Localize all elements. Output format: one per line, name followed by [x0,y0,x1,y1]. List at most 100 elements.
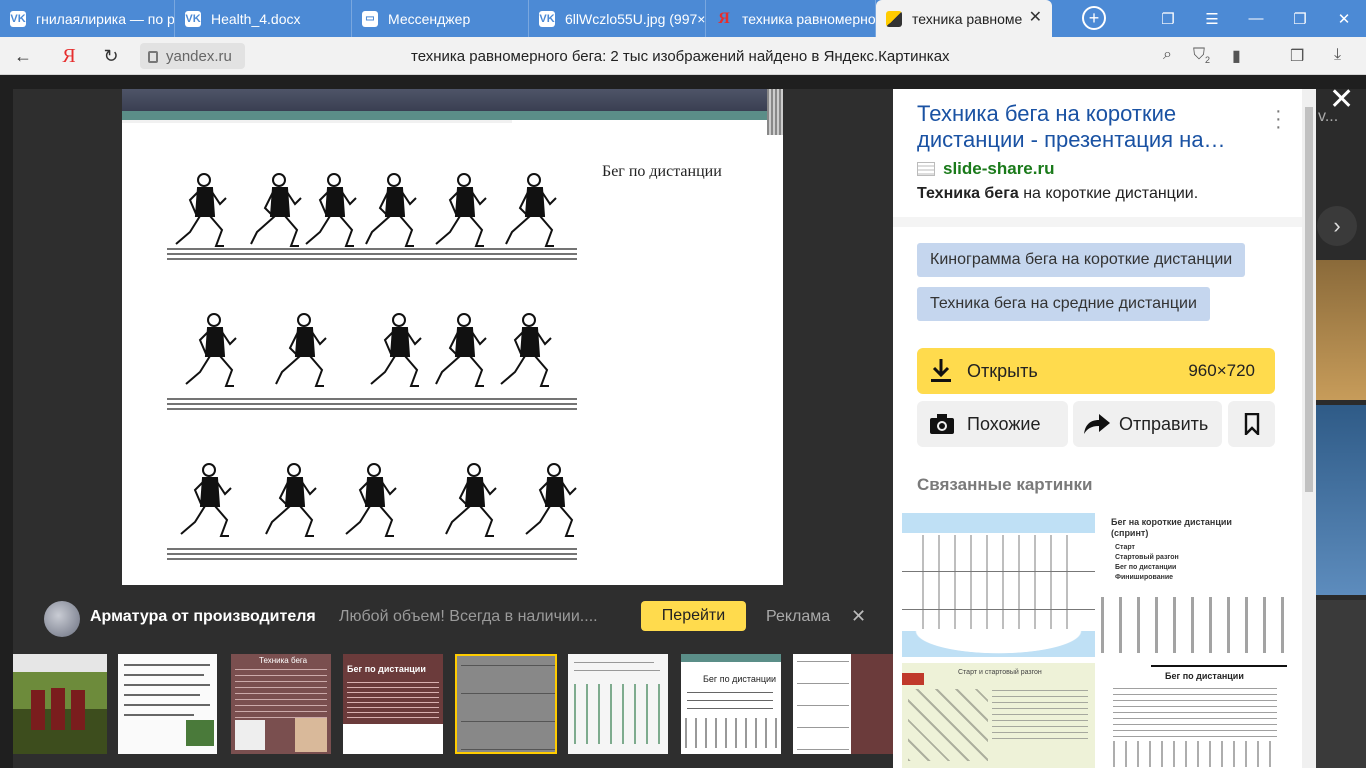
open-label: Открыть [967,360,1038,381]
tab-label: Мессенджер [388,10,471,27]
tab-4[interactable]: VK 6llWczlo55U.jpg (997× [529,0,706,37]
runner-figure [185,313,237,387]
share-label: Отправить [1119,413,1209,434]
related-image[interactable]: Старт и стартовый разгон [902,663,1095,768]
ad-close-icon[interactable]: ✕ [851,606,866,627]
related-image[interactable] [902,513,1095,657]
camera-icon [930,414,954,434]
ad-bar: Арматура от производителя Любой объем! В… [13,598,893,637]
tab-3[interactable]: ▭ Мессенджер [352,0,529,37]
list-item: Стартовый разгон [1115,554,1179,561]
image-info-panel: Техника бега на короткие дистанции - пре… [893,89,1316,768]
lock-icon [148,51,158,63]
related-image-title: Бег по дистанции [1165,671,1244,681]
related-images-title: Связанные картинки [917,475,1093,494]
site-link[interactable]: slide-share.ru [917,159,1055,179]
main-image[interactable]: Бег по дистанции [122,89,783,585]
slide-header-stripe [122,111,783,120]
download-icon[interactable]: ⤓ [1334,46,1341,64]
tab-5[interactable]: Я техника равномерно [706,0,876,37]
result-description: Техника бега на короткие дистанции. [917,185,1198,203]
restore-icon[interactable]: ❐ [1278,0,1322,37]
image-size: 960×720 [1188,361,1255,380]
open-image-button[interactable]: Открыть 960×720 [917,348,1275,394]
more-options-icon[interactable]: · · · [1275,101,1282,137]
tab-1[interactable]: VK гнилаялирика — по р [0,0,175,37]
thumbnail[interactable] [568,654,668,754]
ad-go-button[interactable]: Перейти [641,601,746,631]
close-tab-icon[interactable]: ✕ [1029,10,1042,26]
ad-avatar [44,601,80,637]
thumbnail-label: Бег по дистанции [347,664,426,674]
runner-figure [250,173,302,247]
close-window-icon[interactable]: ✕ [1322,0,1366,37]
list-item: Финиширование [1115,574,1174,581]
runner-figure [365,173,417,247]
thumbnail-label: Бег по дистанции [703,674,777,684]
runner-figure [445,463,497,537]
domain-pill[interactable]: yandex.ru [140,43,245,69]
tab-label: Health_4.docx [211,10,301,27]
yandex-icon: Я [718,9,730,27]
tab-label: 6llWczlo55U.jpg (997× [565,10,705,27]
related-image[interactable]: Бег на короткие дистанции (спринт) Старт… [1101,513,1287,657]
thumbnail[interactable] [793,654,893,754]
protect-icon[interactable]: ⛉2 [1193,46,1210,65]
runner-figure [435,173,487,247]
ad-label: Реклама [766,608,831,625]
search-icon[interactable]: ⌕ [1163,46,1172,64]
image-caption: Бег по дистанции [602,163,722,180]
thumbnail-selected[interactable] [455,654,557,754]
collections-icon[interactable]: ❒ [1290,46,1304,66]
thumbnail-strip: Техника бега Бег по дистанции Бег по дис… [13,654,893,754]
vk-icon: VK [185,10,201,27]
thumbnail[interactable]: Техника бега [231,654,331,754]
page-title[interactable]: техника равномерного бега: 2 тыс изображ… [411,48,950,65]
panel-scrollbar[interactable] [1302,89,1316,768]
share-arrow-icon [1084,414,1110,434]
similar-button[interactable]: Похожие [917,401,1068,447]
background-tile [1316,405,1366,595]
scrollbar-thumb[interactable] [1305,107,1313,492]
list-item: Старт [1115,544,1135,551]
related-image-title: Бег на короткие дистанции (спринт) [1111,517,1232,538]
ad-title[interactable]: Арматура от производителя [90,608,316,626]
chip-query-1[interactable]: Кинограмма бега на короткие дистанции [917,243,1246,277]
new-tab-button[interactable]: + [1082,6,1106,30]
runner-figure [180,463,232,537]
thumbnail[interactable] [13,654,107,754]
similar-label: Похожие [967,413,1041,434]
background-tile [1316,600,1366,768]
runner-figure [275,313,327,387]
result-title-link[interactable]: Техника бега на короткие дистанции - пре… [917,101,1247,153]
close-viewer-icon[interactable]: ✕ [1329,85,1354,115]
runner-figure [305,173,357,247]
slide-header-band [122,89,783,111]
bookmark-icon[interactable]: ▮ [1232,46,1241,66]
thumbnail[interactable]: Бег по дистанции [681,654,781,754]
tab-6-active[interactable]: техника равноме ✕ [876,0,1052,37]
ad-text[interactable]: Любой объем! Всегда в наличии.... [339,608,598,626]
tabs-icon[interactable]: ❐ [1146,0,1190,37]
related-image[interactable]: Бег по дистанции [1101,663,1287,768]
next-image-icon[interactable]: › [1317,206,1357,246]
share-button[interactable]: Отправить [1073,401,1222,447]
tab-bar: VK гнилаялирика — по р VK Health_4.docx … [0,0,1366,37]
chip-query-2[interactable]: Техника бега на средние дистанции [917,287,1210,321]
thumbnail[interactable] [118,654,217,754]
site-name: slide-share.ru [943,159,1055,178]
reload-icon[interactable]: ↻ [100,45,122,67]
runner-figure [265,463,317,537]
yandex-logo-icon[interactable]: Я [58,45,80,67]
runner-figure [505,173,557,247]
minimize-icon[interactable]: — [1234,0,1278,37]
vk-icon: VK [539,10,555,27]
thumbnail[interactable]: Бег по дистанции [343,654,443,754]
menu-icon[interactable]: ☰ [1190,0,1234,37]
tab-2[interactable]: VK Health_4.docx [175,0,352,37]
thumbnail-label: Техника бега [259,656,308,665]
back-icon[interactable]: ← [12,45,34,67]
runner-figure [370,313,422,387]
bookmark-button[interactable] [1228,401,1275,447]
background-tile [1316,260,1366,400]
